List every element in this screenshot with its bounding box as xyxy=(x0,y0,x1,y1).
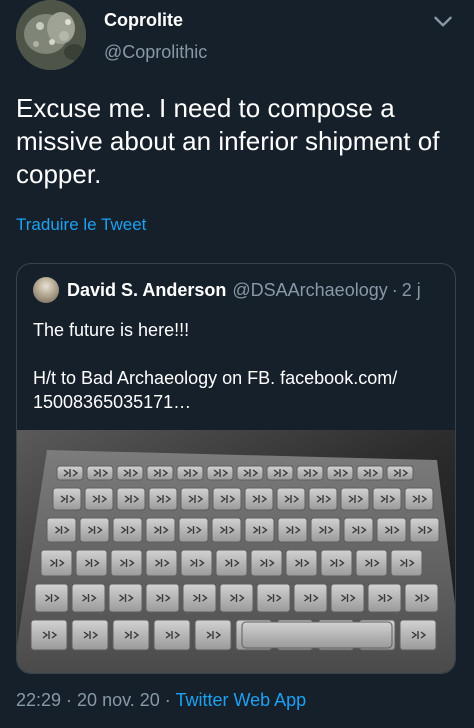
quoted-text-link-line[interactable]: H/t to Bad Archaeology on FB. facebook.c… xyxy=(33,366,443,414)
tweet-footer: 22:29 · 20 nov. 20 · Twitter Web App xyxy=(16,690,306,711)
tweet-page: Coprolite @Coprolithic Excuse me. I need… xyxy=(0,0,474,728)
tweet-text: Excuse me. I need to compose a missive a… xyxy=(16,93,440,189)
quoted-timestamp[interactable]: 2 j xyxy=(402,280,421,301)
footer-separator: · xyxy=(61,690,78,710)
quoted-author-name[interactable]: David S. Anderson xyxy=(67,280,226,301)
coprolite-rock-avatar-image xyxy=(16,0,86,70)
quoted-author-avatar[interactable] xyxy=(33,277,59,303)
avatar[interactable] xyxy=(16,0,86,70)
tweet-time[interactable]: 22:29 xyxy=(16,690,61,710)
tweet-source-app[interactable]: Twitter Web App xyxy=(175,690,306,710)
quoted-tweet-card[interactable]: David S. Anderson @DSAArchaeology · 2 j … xyxy=(16,263,456,674)
footer-separator: · xyxy=(159,690,176,710)
chevron-down-icon[interactable] xyxy=(430,8,456,34)
keyboard-photo xyxy=(17,430,455,673)
author-name[interactable]: Coprolite xyxy=(104,10,183,31)
quoted-tweet-header: David S. Anderson @DSAArchaeology · 2 j xyxy=(33,276,421,304)
quoted-tweet-text: The future is here!!! H/t to Bad Archaeo… xyxy=(33,318,443,414)
tweet-date[interactable]: 20 nov. 20 xyxy=(77,690,160,710)
quoted-author-handle[interactable]: @DSAArchaeology xyxy=(232,280,387,301)
quoted-separator: · xyxy=(391,279,398,300)
keyboard-spacebar xyxy=(241,621,393,649)
translate-tweet-link[interactable]: Traduire le Tweet xyxy=(16,215,146,235)
quoted-text-line: The future is here!!! xyxy=(33,320,190,340)
author-handle[interactable]: @Coprolithic xyxy=(104,42,207,63)
cuneiform-keyboard-image[interactable] xyxy=(17,430,455,673)
